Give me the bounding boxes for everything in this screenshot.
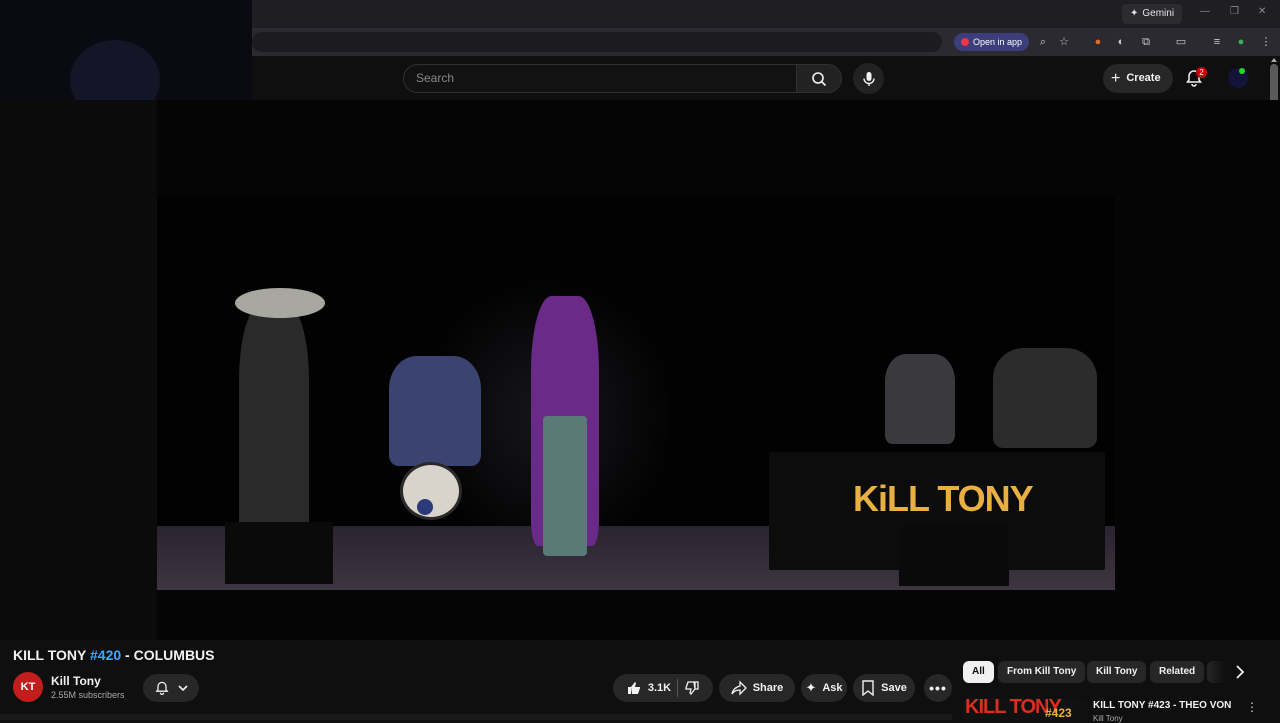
open-in-app-label: Open in app <box>973 37 1023 47</box>
share-icon <box>731 680 747 696</box>
chevron-down-icon <box>178 685 188 692</box>
cohost-panelist <box>993 348 1097 448</box>
browser-menu-icon[interactable]: ⋮ <box>1259 35 1273 49</box>
save-button[interactable]: Save <box>853 674 915 702</box>
chip-kill-tony[interactable]: Kill Tony <box>1087 661 1147 683</box>
gemini-button[interactable]: ✦ Gemini <box>1122 4 1183 24</box>
bell-icon <box>155 681 169 695</box>
stage-speaker-left <box>225 522 333 584</box>
notification-badge: 2 <box>1196 67 1207 78</box>
media-controls-icon[interactable]: ≡ <box>1210 35 1224 49</box>
bass-drum <box>400 462 462 520</box>
player-letterbox <box>0 100 157 640</box>
like-dislike-group: 3.1K <box>613 674 713 702</box>
channel-avatar[interactable]: KT <box>13 672 43 702</box>
performer-drummer <box>389 356 481 466</box>
recommendation-thumbnail[interactable]: KILL TONY #423 <box>963 698 1087 720</box>
voice-search-button[interactable] <box>853 63 884 94</box>
zoom-icon[interactable]: ⌕ <box>1036 35 1050 49</box>
extension-circle-icon[interactable]: ◐ <box>1114 35 1128 49</box>
performer-sax-player <box>239 306 309 556</box>
chip-overflow <box>1207 661 1225 683</box>
ask-button[interactable]: ✦ Ask <box>801 674 847 702</box>
sparkle-icon: ✦ <box>1130 8 1139 19</box>
thumbnail-episode: #423 <box>1045 706 1072 720</box>
video-frame[interactable]: KiLL TONY <box>157 196 1115 590</box>
comedian-legs <box>543 416 587 556</box>
gemini-label: Gemini <box>1142 8 1175 19</box>
recommendation-title[interactable]: KILL TONY #423 - THEO VON <box>1093 700 1231 711</box>
like-divider <box>677 679 679 697</box>
video-title-prefix: KILL TONY <box>13 647 91 663</box>
subscription-bell-button[interactable] <box>143 674 199 702</box>
share-label: Share <box>752 682 784 694</box>
video-title: KILL TONY #420 - COLUMBUS <box>13 647 215 663</box>
sparkle-icon: ✦ <box>805 680 817 695</box>
more-actions-button[interactable]: ••• <box>924 674 952 702</box>
youtube-icon <box>961 38 969 46</box>
more-vertical-icon[interactable]: ⋮ <box>1246 700 1258 714</box>
chip-related[interactable]: Related <box>1150 661 1205 683</box>
minimize-icon[interactable]: — <box>1200 6 1210 17</box>
search-icon <box>812 71 827 86</box>
subscriber-count: 2.55M subscribers <box>51 690 125 700</box>
stage-speaker-right <box>899 526 1009 586</box>
search-input[interactable]: Search <box>403 64 796 93</box>
share-button[interactable]: Share <box>719 674 795 702</box>
address-bar[interactable] <box>252 32 942 52</box>
dislike-icon[interactable] <box>684 680 700 696</box>
account-avatar[interactable] <box>1228 68 1248 88</box>
extensions-puzzle-icon[interactable]: ⧉ <box>1139 35 1153 49</box>
open-in-app-button[interactable]: Open in app <box>954 33 1030 51</box>
description-box-edge <box>0 714 952 720</box>
chevron-right-icon[interactable] <box>1232 664 1248 680</box>
save-label: Save <box>881 682 907 694</box>
host-panelist <box>885 354 955 444</box>
video-title-suffix: - COLUMBUS <box>121 647 215 663</box>
bookmark-star-icon[interactable]: ☆ <box>1057 35 1071 49</box>
chip-from-kill-tony[interactable]: From Kill Tony <box>998 661 1086 683</box>
like-icon[interactable] <box>626 680 642 696</box>
kill-tony-banner-logo: KiLL TONY <box>853 478 1034 519</box>
search-button[interactable] <box>796 64 842 93</box>
extension-fox-icon[interactable]: ● <box>1091 35 1105 49</box>
more-horizontal-icon: ••• <box>929 680 947 696</box>
create-button[interactable]: + Create <box>1103 64 1173 93</box>
like-count[interactable]: 3.1K <box>648 682 671 694</box>
ask-label: Ask <box>822 682 843 694</box>
recommendation-channel[interactable]: Kill Tony <box>1093 714 1123 723</box>
hashtag-link[interactable]: #420 <box>90 647 121 663</box>
microphone-icon <box>862 71 875 86</box>
create-label: Create <box>1126 72 1161 84</box>
cast-icon[interactable]: ▭ <box>1174 35 1188 49</box>
chip-all[interactable]: All <box>963 661 994 683</box>
plus-icon: + <box>1111 70 1121 87</box>
restore-icon[interactable]: ❐ <box>1230 6 1239 17</box>
profile-icon[interactable]: ● <box>1234 35 1248 49</box>
sombrero-hat <box>235 288 325 318</box>
scroll-up-arrow-icon[interactable] <box>1271 58 1277 62</box>
channel-name[interactable]: Kill Tony <box>51 674 101 688</box>
bookmark-icon <box>862 680 874 696</box>
close-icon[interactable]: ✕ <box>1258 6 1266 17</box>
